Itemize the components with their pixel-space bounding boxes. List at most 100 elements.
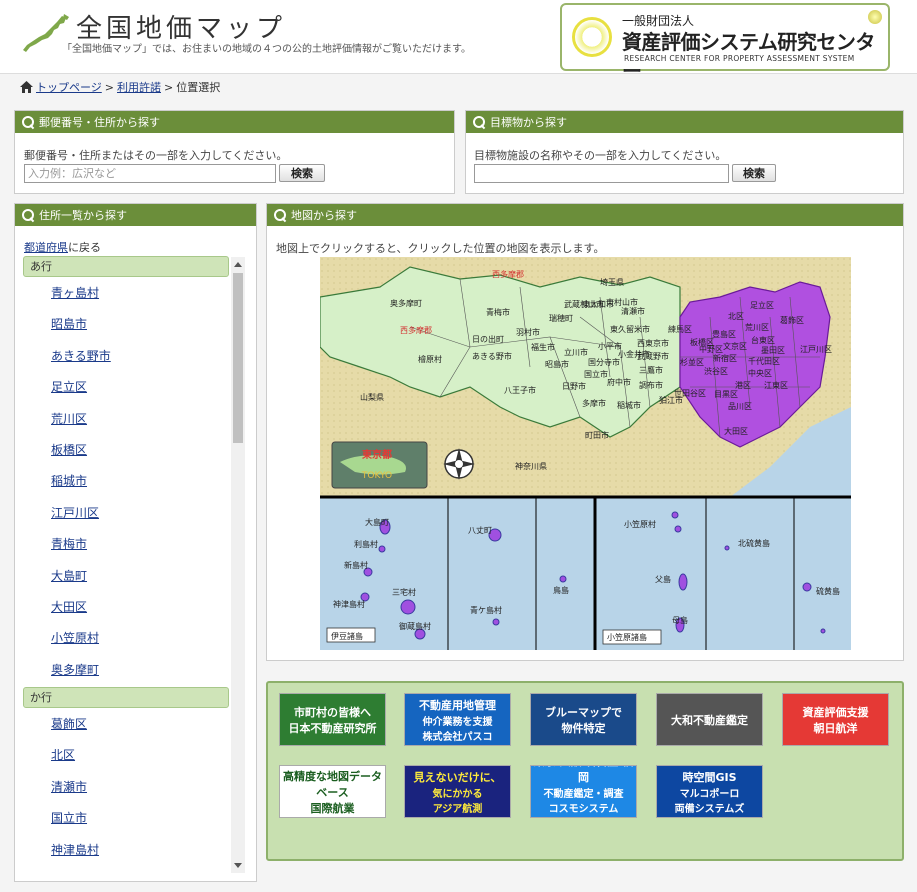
municipality-link[interactable]: 奥多摩町	[51, 663, 99, 677]
municipality-link[interactable]: 神津島村	[51, 843, 99, 857]
landmark-search-title: 目標物から探す	[490, 116, 567, 129]
label-inagi: 稲城市	[617, 400, 641, 410]
label-edogawa: 江戸川区	[800, 345, 832, 354]
municipality-list[interactable]: あ行 青ヶ島村 昭島市 あきる野市 足立区 荒川区 板橋区 稲城市 江戸川区 青梅市 大島町 大田区小…	[23, 256, 245, 872]
municipality-link[interactable]: 板橋区	[51, 443, 87, 457]
list-item: 清瀬市	[23, 773, 245, 804]
label-nishitama: 西多摩郡	[492, 269, 524, 279]
breadcrumb-terms-link[interactable]: 利用許諾	[117, 79, 161, 95]
municipality-link[interactable]: あきる野市	[51, 349, 111, 363]
banner-text: 日本不動産研究所	[288, 721, 377, 735]
municipality-link[interactable]: 足立区	[51, 380, 87, 394]
label-kiyose: 清瀬市	[621, 306, 645, 316]
municipality-link[interactable]: 青梅市	[51, 537, 87, 551]
label-meguro: 目黒区	[714, 390, 738, 399]
list-item: 昭島市	[23, 310, 245, 341]
banner-text: 東京 大阪 名古屋 福岡	[534, 766, 634, 784]
label-ota: 大田区	[724, 426, 748, 436]
address-search-input[interactable]	[24, 164, 276, 183]
label-oshima: 大島町	[365, 517, 389, 527]
scroll-up-arrow-icon[interactable]	[234, 262, 242, 267]
list-item: 小笠原村	[23, 624, 245, 655]
banner-text: 朝日航洋	[813, 721, 858, 735]
label-fuchu: 府中市	[607, 377, 631, 387]
list-item: 北区	[23, 741, 245, 772]
sponsor-banner[interactable]: 高精度な地図データベース 国際航業	[279, 765, 386, 818]
label-tama: 多摩市	[582, 398, 606, 408]
sponsor-banner[interactable]: 不動産用地管理 仲介業務を支援 株式会社パスコ	[404, 693, 511, 746]
landmark-search-header: 目標物から探す	[466, 111, 903, 133]
list-scrollbar[interactable]	[231, 257, 245, 873]
tokyo-clickable-map[interactable]: 東京都 TOKYO 埼玉県 山梨県 神奈川県 西多摩郡 西多摩郡 奥多摩町 檜原…	[320, 257, 851, 650]
municipality-link[interactable]: 青ヶ島村	[51, 286, 99, 300]
map-panel-desc: 地図上でクリックすると、クリックした位置の地図を表示します。	[276, 242, 605, 255]
landmark-search-input[interactable]	[474, 164, 729, 183]
label-akiruno: あきる野市	[472, 351, 512, 361]
list-item: 大田区	[23, 593, 245, 624]
label-toshima: 豊島区	[712, 329, 736, 339]
tokyo-badge: 東京都 TOKYO	[331, 441, 428, 489]
list-item: 葛飾区	[23, 710, 245, 741]
prefectures-link[interactable]: 都道府県	[24, 241, 68, 254]
sponsor-banner[interactable]: 時空間GIS マルコポーロ 両備システムズ	[656, 765, 763, 818]
list-item: あきる野市	[23, 342, 245, 373]
landmark-search-button[interactable]: 検索	[732, 164, 776, 182]
list-item: 国立市	[23, 804, 245, 835]
address-search-button[interactable]: 検索	[279, 164, 325, 182]
municipality-link[interactable]: 清瀬市	[51, 780, 87, 794]
banner-text: 大和不動産鑑定	[671, 713, 748, 727]
back-suffix: に戻る	[68, 241, 101, 254]
label-katsushika: 葛飾区	[780, 315, 804, 325]
label-nakano: 中野区	[699, 344, 723, 354]
municipality-link[interactable]: 北区	[51, 748, 75, 762]
label-tachikawa: 立川市	[564, 347, 588, 357]
municipality-link[interactable]: 江戸川区	[51, 506, 99, 520]
breadcrumb-current: 位置選択	[176, 81, 221, 94]
banner-text: 株式会社パスコ	[422, 731, 493, 743]
banner-text: 仲介業務を支援	[422, 716, 493, 728]
municipality-link[interactable]: 稲城市	[51, 474, 87, 488]
sponsor-banner[interactable]: 東京 大阪 名古屋 福岡不動産鑑定・調査コスモシステム札幌 仙台 広島 松山	[530, 765, 637, 818]
rcpa-logo-link[interactable]: 一般財団法人 資産評価システム研究センター RESEARCH CENTER FO…	[560, 3, 890, 83]
label-ome: 青梅市	[486, 307, 510, 317]
label-taito: 台東区	[751, 335, 775, 345]
sponsor-banner[interactable]: 資産評価支援 朝日航洋	[782, 693, 889, 746]
label-mikurajima: 御蔵島村	[399, 621, 431, 631]
municipality-link[interactable]: 大島町	[51, 569, 87, 583]
breadcrumb-top-link[interactable]: トップページ	[36, 79, 102, 95]
sponsor-banner[interactable]: ブルーマップで 物件特定	[530, 693, 637, 746]
municipality-link[interactable]: 小笠原村	[51, 631, 99, 645]
municipality-link[interactable]: 葛飾区	[51, 717, 87, 731]
scroll-thumb[interactable]	[233, 273, 243, 443]
list-item: 足立区	[23, 373, 245, 404]
label-kodaira: 小平市	[598, 341, 622, 351]
municipality-link[interactable]: 国立市	[51, 811, 87, 825]
address-search-desc: 郵便番号・住所またはその一部を入力してください。	[24, 149, 288, 162]
label-iwo: 硫黄島	[816, 586, 840, 596]
municipality-link[interactable]: 大田区	[51, 600, 87, 614]
label-nerima: 練馬区	[668, 324, 692, 334]
sponsor-banner[interactable]: 市町村の皆様へ 日本不動産研究所	[279, 693, 386, 746]
banner-text: コスモシステム	[548, 804, 619, 815]
label-hahajima: 母島	[672, 615, 688, 625]
label-bunkyo: 文京区	[723, 341, 747, 351]
label-shinjuku: 新宿区	[713, 353, 737, 363]
municipality-link[interactable]: 昭島市	[51, 317, 87, 331]
label-musashimurayama: 武蔵村山市	[564, 299, 604, 309]
label-kitaiwo: 北硫黄島	[738, 538, 770, 548]
list-item: 青ヶ島村	[23, 279, 245, 310]
sponsor-banner[interactable]: 大和不動産鑑定	[656, 693, 763, 746]
banner-text: アジア航測	[432, 803, 483, 815]
sponsor-banner[interactable]: 見えないだけに、 気にかかる アジア航測	[404, 765, 511, 818]
breadcrumb: トップページ > 利用許諾 > 位置選択	[20, 79, 220, 95]
label-higashikurume: 東久留米市	[610, 324, 650, 334]
banner-text: 見えないだけに、	[413, 770, 502, 784]
breadcrumb-separator: >	[164, 80, 174, 94]
municipality-link[interactable]: 荒川区	[51, 412, 87, 426]
label-ogasawara-islands: 小笠原諸島	[607, 632, 647, 642]
banner-text: 市町村の皆様へ	[294, 705, 371, 719]
site-header: 全国地価マップ 「全国地価マップ」では、お住まいの地域の４つの公的土地評価情報が…	[0, 0, 917, 83]
scroll-down-arrow-icon[interactable]	[234, 863, 242, 868]
badge-en: TOKYO	[361, 471, 392, 481]
address-search-panel: 郵便番号・住所から探す 郵便番号・住所またはその一部を入力してください。 検索	[14, 110, 455, 194]
